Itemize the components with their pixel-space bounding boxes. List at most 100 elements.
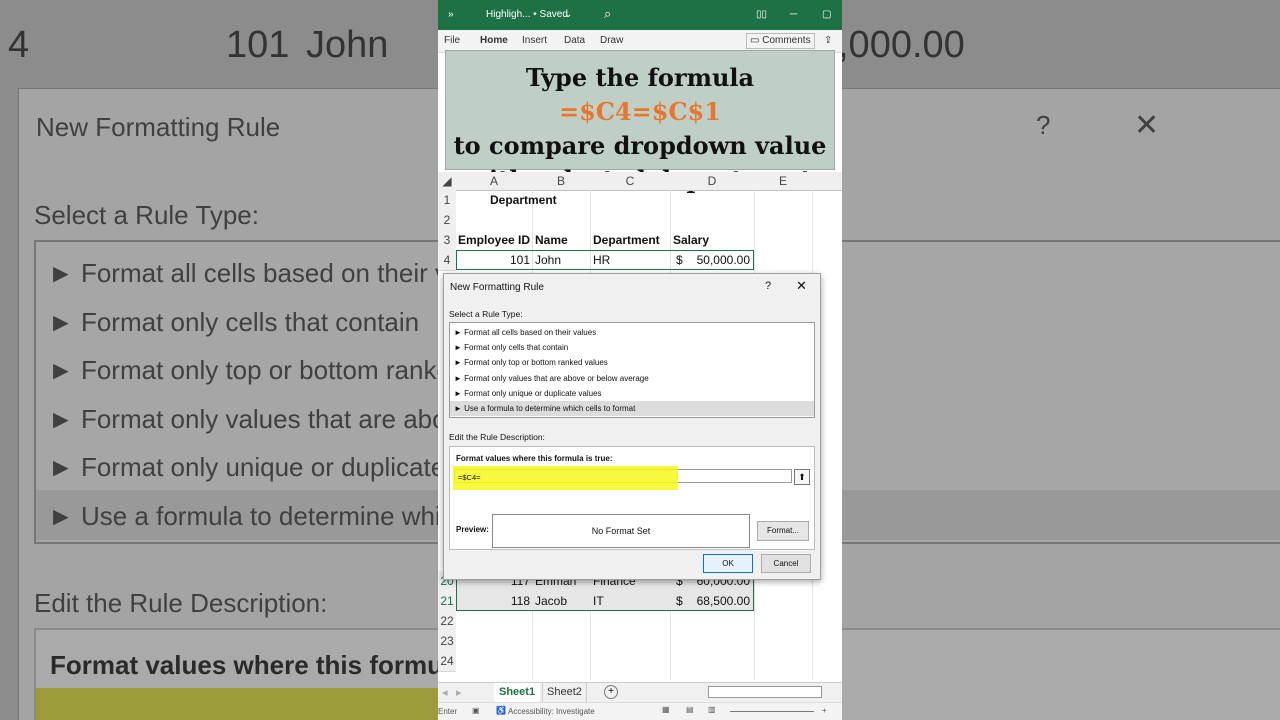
- cell-currency[interactable]: $: [676, 250, 683, 270]
- caption-prefix: Type the formula: [525, 63, 755, 92]
- rule-type-option[interactable]: ► Format all cells based on their values: [454, 325, 596, 340]
- tab-sheet2[interactable]: Sheet2: [542, 683, 587, 702]
- share-icon[interactable]: ⇪: [824, 35, 832, 46]
- cell-name[interactable]: Jacob: [535, 591, 567, 611]
- add-sheet-button[interactable]: +: [604, 685, 618, 699]
- upload-arrow-icon: ⬆: [798, 472, 806, 482]
- header-name[interactable]: Name: [535, 230, 568, 250]
- page-break-icon[interactable]: ▥: [708, 705, 716, 714]
- cancel-button[interactable]: Cancel: [761, 554, 811, 573]
- collapse-dialog-button[interactable]: ⬆: [794, 469, 810, 485]
- cell-department[interactable]: HR: [593, 250, 610, 270]
- row-header[interactable]: 1: [438, 190, 456, 211]
- background-dialog-title: New Formatting Rule: [36, 112, 281, 142]
- scroll-left-icon[interactable]: ◂: [442, 686, 448, 699]
- background-amount: ,000.00: [842, 24, 965, 66]
- select-all-corner[interactable]: ◢: [438, 172, 457, 191]
- preview-box: No Format Set: [492, 514, 750, 548]
- cell-id[interactable]: 101: [456, 250, 530, 270]
- preview-label: Preview:: [456, 525, 489, 534]
- comment-icon: ▭: [750, 35, 760, 46]
- background-name: John: [306, 24, 389, 66]
- background-id: 101: [226, 24, 290, 66]
- row-header[interactable]: 23: [438, 631, 456, 652]
- rule-type-label: Select a Rule Type:: [449, 309, 523, 319]
- tab-home[interactable]: Home: [480, 35, 508, 46]
- chevron-down-icon[interactable]: ⌄: [564, 9, 572, 20]
- rule-type-option[interactable]: ► Format only top or bottom ranked value…: [454, 355, 608, 370]
- tutorial-caption: Type the formula =$C4=$C$1 to compare dr…: [445, 50, 835, 194]
- sheet-tabs-bar: ◂ ▸ Sheet1 Sheet2 +: [438, 682, 842, 704]
- background-row-label: 4: [8, 24, 30, 66]
- tab-sheet1[interactable]: Sheet1: [494, 683, 541, 704]
- column-header-f[interactable]: [812, 172, 842, 191]
- page-layout-icon[interactable]: ▤: [686, 705, 694, 714]
- row-header[interactable]: 24: [438, 651, 456, 672]
- row-header[interactable]: 4: [438, 250, 456, 271]
- dialog-title: New Formatting Rule: [450, 282, 544, 293]
- row-header[interactable]: 22: [438, 611, 456, 632]
- tab-insert[interactable]: Insert: [522, 35, 547, 46]
- row-header[interactable]: 2: [438, 210, 456, 231]
- format-button[interactable]: Format...: [757, 521, 809, 541]
- maximize-icon[interactable]: ▢: [822, 9, 831, 20]
- header-employee-id[interactable]: Employee ID: [458, 230, 530, 250]
- tab-file[interactable]: File: [444, 35, 460, 46]
- layout-icon[interactable]: ▯▯: [756, 9, 767, 20]
- column-header-a[interactable]: A: [456, 172, 533, 191]
- tab-data[interactable]: Data: [564, 35, 585, 46]
- header-department[interactable]: Department: [593, 230, 660, 250]
- accessibility-status[interactable]: Accessibility: Investigate: [508, 707, 595, 716]
- comments-label: Comments: [762, 35, 811, 46]
- formula-input-value[interactable]: =$C4=: [458, 473, 481, 482]
- tab-draw[interactable]: Draw: [600, 35, 623, 46]
- cell-salary[interactable]: 50,000.00: [688, 250, 750, 270]
- background-rule-item: ► Format all cells based on their va: [48, 258, 438, 288]
- zoom-in-icon[interactable]: +: [822, 706, 827, 715]
- title-bar: » Highligh... • Saved ⌄ ⌕ ▯▯ ─ ▢: [438, 0, 842, 30]
- scroll-right-icon[interactable]: ▸: [456, 686, 462, 699]
- caption-formula: =$C4=$C$1: [559, 97, 721, 126]
- macro-icon[interactable]: ▣: [472, 706, 480, 715]
- background-rule-item: ► Format only top or bottom ranke: [48, 355, 438, 385]
- close-icon[interactable]: ✕: [796, 278, 807, 294]
- rule-type-option[interactable]: ► Format only unique or duplicate values: [454, 386, 602, 401]
- rule-type-option[interactable]: ► Format only values that are above or b…: [454, 371, 649, 386]
- workbook-title[interactable]: Highligh... • Saved: [486, 9, 568, 20]
- caption-line-1: Type the formula =$C4=$C$1: [446, 61, 834, 129]
- cell-salary[interactable]: 68,500.00: [688, 591, 750, 611]
- rule-type-list: ► Format all cells based on their values…: [449, 322, 815, 418]
- row-header[interactable]: 21: [438, 591, 456, 612]
- rule-type-option[interactable]: ► Format only cells that contain: [454, 340, 568, 355]
- column-header-e[interactable]: E: [754, 172, 813, 191]
- rule-description-panel: Format values where this formula is true…: [449, 446, 815, 550]
- zoom-slider[interactable]: [730, 711, 814, 712]
- help-icon[interactable]: ?: [765, 280, 771, 292]
- accessibility-icon[interactable]: ♿: [496, 706, 506, 715]
- search-icon[interactable]: ⌕: [604, 6, 611, 22]
- overflow-icon[interactable]: »: [448, 9, 454, 20]
- cell-currency[interactable]: $: [676, 591, 683, 611]
- background-left: 4 101 John New Formatting Rule Select a …: [0, 0, 438, 720]
- status-bar: Enter ▣ ♿ Accessibility: Investigate ▦ ▤…: [438, 702, 842, 720]
- column-header-b[interactable]: B: [532, 172, 591, 191]
- cell-id[interactable]: 118: [456, 591, 530, 611]
- minimize-icon[interactable]: ─: [790, 9, 797, 20]
- column-header-d[interactable]: D: [670, 172, 755, 191]
- department-header-cell[interactable]: Department: [490, 190, 557, 210]
- cell-name[interactable]: John: [535, 250, 561, 270]
- header-salary[interactable]: Salary: [673, 230, 709, 250]
- background-right: ,000.00 ? ✕: [842, 0, 1280, 720]
- row-header[interactable]: 3: [438, 230, 456, 251]
- horizontal-scrollbar[interactable]: [708, 686, 822, 698]
- column-header-c[interactable]: C: [590, 172, 671, 191]
- normal-view-icon[interactable]: ▦: [662, 705, 670, 714]
- background-rule-item: ► Format only unique or duplicate v: [48, 452, 438, 482]
- background-description-box-right: [842, 628, 1280, 720]
- yellow-highlight: [453, 466, 678, 490]
- cell-department[interactable]: IT: [593, 591, 604, 611]
- ok-button[interactable]: OK: [703, 554, 753, 573]
- rule-type-option-selected[interactable]: ► Use a formula to determine which cells…: [450, 401, 814, 416]
- new-formatting-rule-dialog: New Formatting Rule ? ✕ Select a Rule Ty…: [443, 273, 821, 580]
- comments-button[interactable]: ▭ Comments: [746, 33, 815, 49]
